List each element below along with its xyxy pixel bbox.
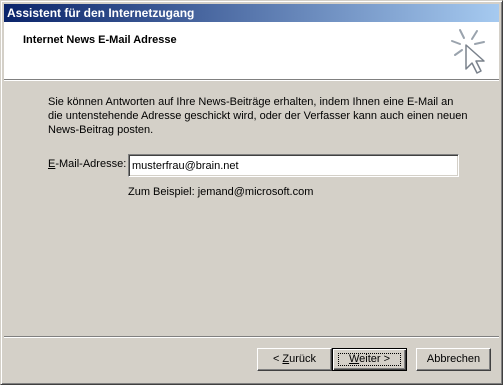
email-label: E-Mail-Adresse: bbox=[48, 158, 126, 170]
email-field[interactable] bbox=[128, 154, 459, 177]
page-title: Internet News E-Mail Adresse bbox=[23, 34, 177, 46]
email-label-text: -Mail-Adresse: bbox=[55, 158, 127, 170]
header-divider bbox=[4, 79, 499, 81]
focus-ring bbox=[338, 353, 401, 366]
wizard-header: Internet News E-Mail Adresse bbox=[4, 22, 499, 79]
back-button[interactable]: < Zurück bbox=[257, 348, 332, 371]
description-text: Sie können Antworten auf Ihre News-Beitr… bbox=[48, 96, 468, 136]
button-divider bbox=[4, 336, 499, 338]
back-button-label: urück bbox=[289, 353, 317, 365]
next-button[interactable]: Weiter > bbox=[332, 348, 407, 371]
cancel-button[interactable]: Abbrechen bbox=[416, 348, 491, 371]
wizard-cursor-icon bbox=[451, 29, 485, 74]
title-bar[interactable]: Assistent für den Internetzugang bbox=[4, 4, 499, 22]
wizard-dialog: Assistent für den Internetzugang Interne… bbox=[0, 0, 503, 385]
back-button-prefix: < bbox=[272, 353, 283, 365]
example-text: Zum Beispiel: jemand@microsoft.com bbox=[128, 186, 314, 198]
window-title: Assistent für den Internetzugang bbox=[7, 6, 195, 20]
cancel-button-label: Abbrechen bbox=[426, 353, 481, 365]
